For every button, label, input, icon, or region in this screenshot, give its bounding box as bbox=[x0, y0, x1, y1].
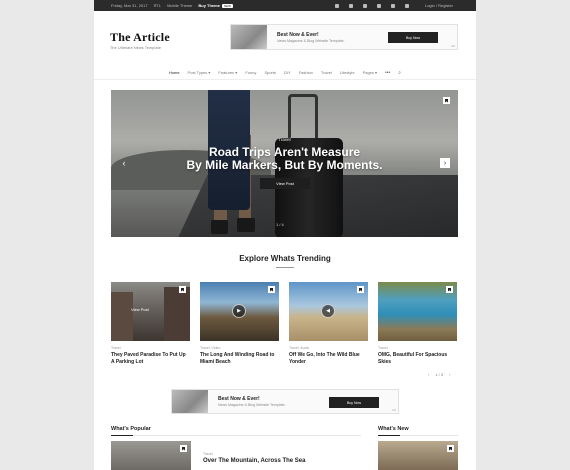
date-text: Friday, Mar 31, 2017 bbox=[111, 3, 148, 8]
card-title[interactable]: The Long And Winding Road to Miami Beach bbox=[200, 352, 279, 366]
nav-item-fashion[interactable]: Fashion bbox=[299, 70, 313, 75]
nav-item-funny[interactable]: Funny bbox=[245, 70, 256, 75]
card-category[interactable]: Travel, Audio bbox=[289, 346, 368, 350]
bookmark-icon[interactable] bbox=[179, 286, 186, 293]
pager-label: 1 / 3 bbox=[435, 372, 444, 377]
card-view-post[interactable]: View Post bbox=[131, 307, 149, 312]
play-icon[interactable]: ▶ bbox=[232, 304, 246, 318]
search-icon[interactable] bbox=[404, 3, 409, 8]
popular-thumbnail[interactable] bbox=[111, 441, 191, 470]
bookmark-icon[interactable] bbox=[357, 286, 364, 293]
card-thumbnail[interactable]: ▶ bbox=[200, 282, 279, 341]
new-badge: NEW bbox=[221, 3, 233, 8]
hero-view-post-button[interactable]: View Post bbox=[260, 178, 310, 189]
hero-category[interactable]: Travel bbox=[111, 137, 458, 142]
bookmark-icon[interactable] bbox=[447, 445, 454, 452]
nav-item-features[interactable]: Features ▾ bbox=[218, 70, 237, 75]
next-slide-icon[interactable]: › bbox=[440, 158, 450, 168]
card-thumbnail[interactable] bbox=[378, 282, 457, 341]
card-thumbnail[interactable]: ◀ bbox=[289, 282, 368, 341]
ad-heading: Best Now & Ever! bbox=[277, 31, 319, 38]
nav-item-travel[interactable]: Travel bbox=[321, 70, 332, 75]
facebook-icon[interactable] bbox=[334, 3, 339, 8]
pinterest-icon[interactable] bbox=[390, 3, 395, 8]
top-bar: Friday, Mar 31, 2017 RTL Mobile Theme Bu… bbox=[94, 0, 476, 11]
nav-search-icon[interactable]: ⌕ bbox=[398, 70, 401, 76]
card-category[interactable]: Travel bbox=[378, 346, 457, 350]
nav-item-home[interactable]: Home bbox=[169, 70, 180, 75]
section-divider bbox=[111, 435, 361, 436]
ad-image bbox=[231, 25, 267, 49]
nav-item-lifestyle[interactable]: Lifestyle bbox=[340, 70, 355, 75]
hero-slider[interactable]: Travel Road Trips Aren't Measure By Mile… bbox=[111, 90, 458, 237]
trending-card[interactable]: ◀ Travel, Audio Off We Go, Into The Wild… bbox=[289, 282, 368, 366]
buy-theme-link[interactable]: Buy Theme bbox=[198, 3, 220, 8]
nav-item-diy[interactable]: DIY bbox=[284, 70, 291, 75]
nav-item-sports[interactable]: Sports bbox=[264, 70, 276, 75]
whats-new-title: What's New bbox=[378, 426, 409, 432]
trending-title: Explore Whats Trending bbox=[239, 254, 331, 263]
card-title[interactable]: They Paved Paradise To Put Up A Parking … bbox=[111, 352, 190, 366]
bookmark-icon[interactable] bbox=[268, 286, 275, 293]
header-ad-banner[interactable]: Best Now & Ever! News Magazine & Blog We… bbox=[230, 24, 458, 50]
ad-text: News Magazine & Blog Website Template. bbox=[218, 403, 286, 407]
slide-counter: 1 / 4 bbox=[276, 222, 284, 227]
main-nav: Home Post Types ▾ Features ▾ Funny Sport… bbox=[94, 66, 476, 80]
hero-title[interactable]: Road Trips Aren't Measure By Mile Marker… bbox=[111, 146, 458, 172]
twitter-icon[interactable] bbox=[348, 3, 353, 8]
card-category[interactable]: Travel bbox=[111, 346, 190, 350]
bookmark-icon[interactable] bbox=[443, 97, 450, 104]
pager-next-icon[interactable]: › bbox=[449, 372, 450, 377]
trending-card[interactable]: ▶ Travel, Video The Long And Winding Roa… bbox=[200, 282, 279, 366]
ad-buy-button[interactable]: Buy Now bbox=[329, 397, 379, 408]
logo-tagline: The Ultimate News Template bbox=[110, 46, 162, 50]
social-icons: Login / Register bbox=[334, 3, 459, 8]
audio-icon[interactable]: ◀ bbox=[321, 304, 335, 318]
linkedin-icon[interactable] bbox=[376, 3, 381, 8]
ad-buy-button[interactable]: Buy Now bbox=[388, 32, 438, 43]
mobile-theme-link[interactable]: Mobile Theme bbox=[167, 3, 192, 8]
vimeo-icon[interactable] bbox=[362, 3, 367, 8]
popular-post-title[interactable]: Over The Mountain, Across The Sea bbox=[203, 458, 305, 464]
trending-pager: ‹ 1 / 3 › bbox=[428, 372, 450, 377]
popular-category[interactable]: Travel bbox=[203, 452, 213, 456]
mid-ad-banner[interactable]: Best Now & Ever! News Magazine & Blog We… bbox=[171, 389, 399, 414]
ad-heading: Best Now & Ever! bbox=[218, 396, 260, 402]
more-icon[interactable]: ••• bbox=[385, 70, 390, 76]
trending-card[interactable]: Travel OMG, Beautiful For Spacious Skies bbox=[378, 282, 457, 366]
section-divider bbox=[378, 435, 458, 436]
section-divider bbox=[276, 267, 294, 268]
rtl-link[interactable]: RTL bbox=[154, 3, 161, 8]
card-title[interactable]: Off We Go, Into The Wild Blue Yonder bbox=[289, 352, 368, 366]
ad-image bbox=[172, 390, 208, 413]
card-title[interactable]: OMG, Beautiful For Spacious Skies bbox=[378, 352, 457, 366]
card-category[interactable]: Travel, Video bbox=[200, 346, 279, 350]
prev-slide-icon[interactable]: ‹ bbox=[119, 158, 129, 168]
pager-prev-icon[interactable]: ‹ bbox=[428, 372, 429, 377]
whats-new-thumbnail[interactable] bbox=[378, 441, 458, 470]
trending-card[interactable]: View Post Travel They Paved Paradise To … bbox=[111, 282, 190, 366]
card-thumbnail[interactable]: View Post bbox=[111, 282, 190, 341]
logo-title: The Article bbox=[110, 30, 170, 44]
ad-tag: AD bbox=[391, 408, 396, 412]
nav-item-pages[interactable]: Pages ▾ bbox=[363, 70, 377, 75]
login-register-link[interactable]: Login / Register bbox=[425, 3, 453, 8]
whats-popular-title: What's Popular bbox=[111, 426, 151, 432]
bookmark-icon[interactable] bbox=[180, 445, 187, 452]
bookmark-icon[interactable] bbox=[446, 286, 453, 293]
ad-tag: AD bbox=[450, 44, 455, 48]
site-logo[interactable]: The Article The Ultimate News Template bbox=[110, 30, 170, 50]
nav-item-post-types[interactable]: Post Types ▾ bbox=[188, 70, 211, 75]
ad-text: News Magazine & Blog Website Template. bbox=[277, 38, 345, 43]
